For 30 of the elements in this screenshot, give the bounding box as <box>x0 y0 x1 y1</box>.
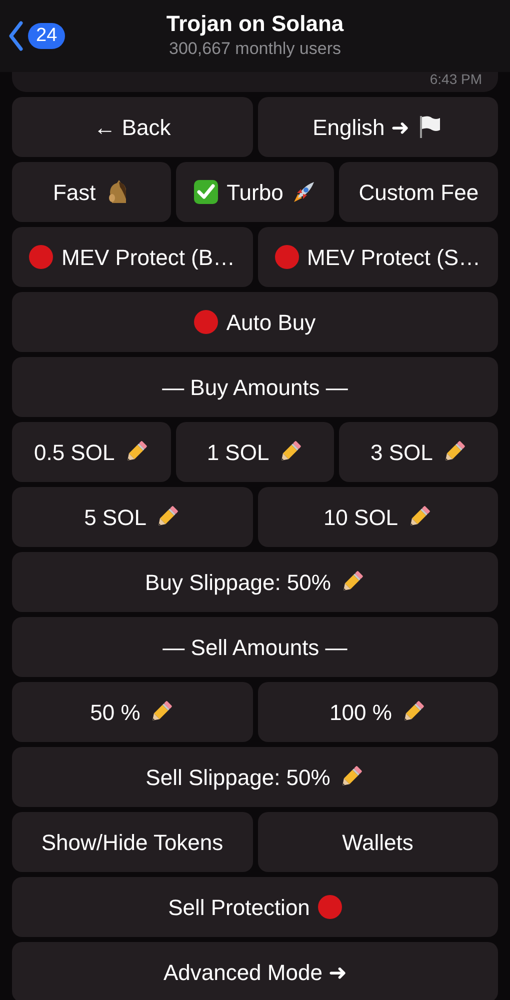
chat-title: Trojan on Solana <box>166 10 344 38</box>
keyboard-button[interactable]: Wallets <box>258 812 498 872</box>
keyboard-button[interactable]: — Buy Amounts — <box>12 357 498 417</box>
keyboard-button[interactable]: Show/Hide Tokens <box>12 812 252 872</box>
keyboard-button[interactable]: 50 % <box>12 682 252 742</box>
keyboard-button[interactable]: Sell Slippage: 50% <box>12 747 498 807</box>
message-time: 6:43 PM <box>430 72 482 86</box>
keyboard-button[interactable]: English ➜ <box>258 97 498 157</box>
check-icon <box>192 179 219 205</box>
keyboard-button[interactable]: Turbo <box>176 162 334 222</box>
keyboard-button[interactable]: 1 SOL <box>176 422 334 482</box>
keyboard-button[interactable]: 5 SOL <box>12 487 252 547</box>
keyboard-button[interactable]: ← Back <box>12 97 252 157</box>
back-chevron-icon <box>8 21 24 51</box>
keyboard-button[interactable]: MEV Protect (S… <box>258 227 498 287</box>
keyboard-button[interactable]: Fast <box>12 162 171 222</box>
keyboard-button[interactable]: 0.5 SOL <box>12 422 171 482</box>
unread-count: 24 <box>28 23 66 49</box>
keyboard-button[interactable]: Advanced Mode ➜ <box>12 942 498 1000</box>
keyboard-button[interactable]: Auto Buy <box>12 292 498 352</box>
keyboard-button[interactable]: 100 % <box>258 682 498 742</box>
keyboard-button[interactable]: 10 SOL <box>258 487 498 547</box>
keyboard-button[interactable]: Sell Protection <box>12 877 498 937</box>
keyboard-button[interactable]: 3 SOL <box>339 422 498 482</box>
keyboard-button[interactable]: Buy Slippage: 50% <box>12 552 498 612</box>
keyboard-button[interactable]: MEV Protect (B… <box>12 227 252 287</box>
chat-list-button[interactable]: 24 <box>8 21 66 51</box>
keyboard-button[interactable]: Custom Fee <box>339 162 498 222</box>
chat-subtitle: 300,667 monthly users <box>169 38 341 60</box>
keyboard-button[interactable]: — Sell Amounts — <box>12 617 498 677</box>
